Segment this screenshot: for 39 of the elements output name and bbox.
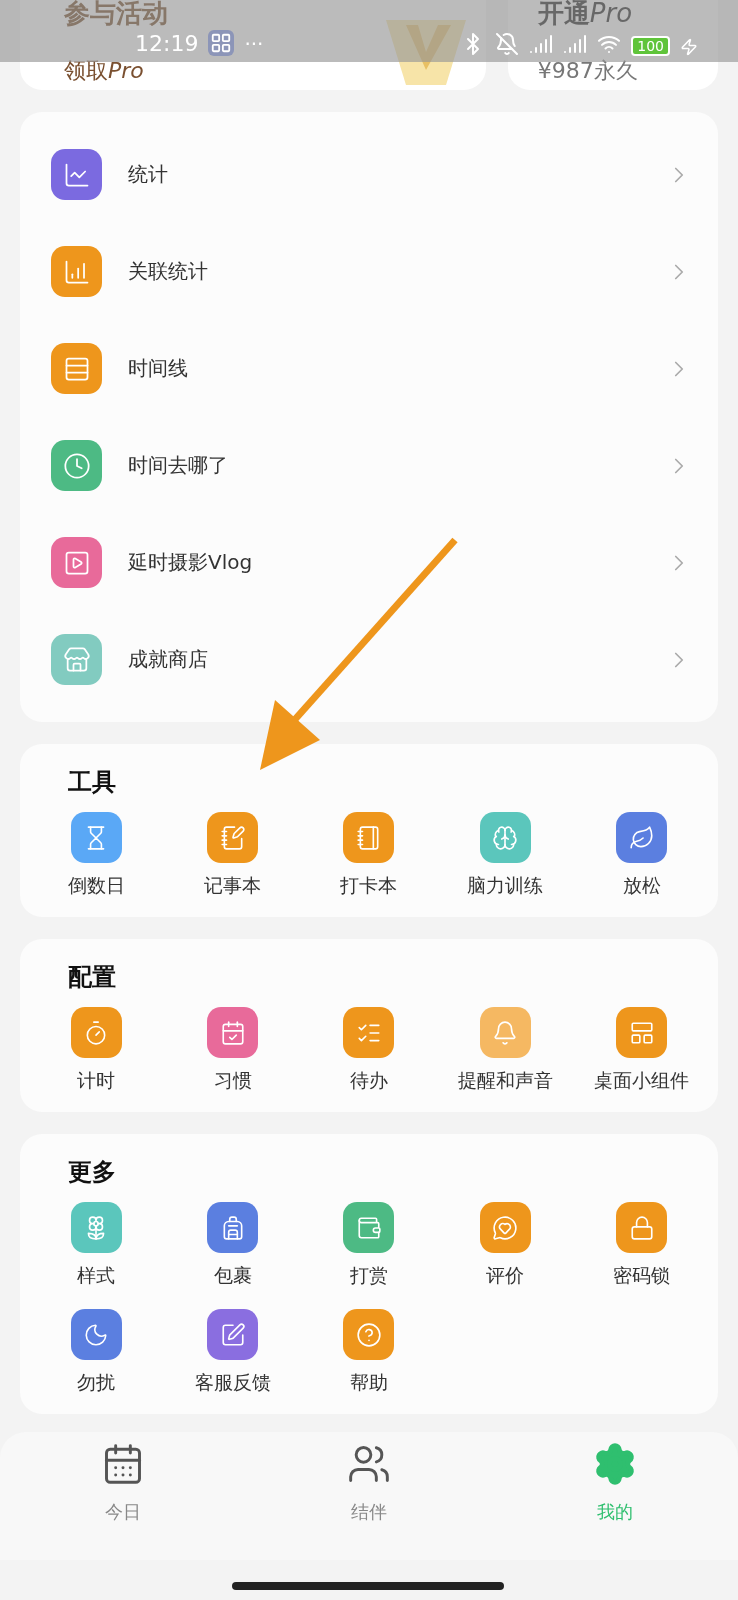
menu-item[interactable]: 统计 xyxy=(20,126,718,223)
tool-item[interactable]: 样式 xyxy=(28,1202,165,1289)
tool-item[interactable]: 计时 xyxy=(28,1007,165,1094)
tool-item[interactable]: 客服反馈 xyxy=(164,1309,301,1396)
menu-item[interactable]: 关联统计 xyxy=(20,223,718,320)
tool-item[interactable]: 包裹 xyxy=(164,1202,301,1289)
section-title: 工具 xyxy=(68,767,117,798)
menu-item[interactable]: 延时摄影Vlog xyxy=(20,514,718,611)
menu-item[interactable]: 时间线 xyxy=(20,320,718,417)
tool-item[interactable]: 评价 xyxy=(437,1202,574,1289)
promo-subtitle: ¥987永久 xyxy=(537,60,638,82)
status-time: 12:19 xyxy=(135,31,199,56)
tool-item[interactable]: 放松 xyxy=(573,812,710,899)
tool-item[interactable]: 习惯 xyxy=(164,1007,301,1094)
section-title: 更多 xyxy=(68,1157,117,1188)
charging-icon xyxy=(680,38,698,56)
promo-title: 参与活动 xyxy=(64,0,168,26)
tool-item[interactable]: 提醒和声音 xyxy=(437,1007,574,1094)
tool-item[interactable]: 待办 xyxy=(300,1007,438,1094)
tool-item[interactable]: 密码锁 xyxy=(573,1202,710,1289)
tool-item[interactable]: 记事本 xyxy=(164,812,301,899)
signal-icon xyxy=(529,32,554,56)
tool-item[interactable]: 打赏 xyxy=(300,1202,438,1289)
tool-item[interactable]: 脑力训练 xyxy=(437,812,574,899)
menu-item[interactable]: 时间去哪了 xyxy=(20,417,718,514)
section-title: 配置 xyxy=(68,962,117,993)
signal-icon xyxy=(563,32,588,56)
tool-item[interactable]: 帮助 xyxy=(300,1309,438,1396)
tool-item[interactable]: 倒数日 xyxy=(28,812,165,899)
tool-item[interactable]: 勿扰 xyxy=(28,1309,165,1396)
promo-title: 开通Pro xyxy=(537,0,633,26)
tool-item[interactable]: 桌面小组件 xyxy=(573,1007,710,1094)
battery-level: 100 xyxy=(631,36,670,56)
mute-icon xyxy=(495,32,520,56)
app-icon xyxy=(208,30,235,56)
menu-item[interactable]: 成就商店 xyxy=(20,611,718,708)
tool-item[interactable]: 打卡本 xyxy=(300,812,438,899)
promo-subtitle: 领取Pro xyxy=(64,60,144,82)
more-dots: ··· xyxy=(244,32,264,56)
